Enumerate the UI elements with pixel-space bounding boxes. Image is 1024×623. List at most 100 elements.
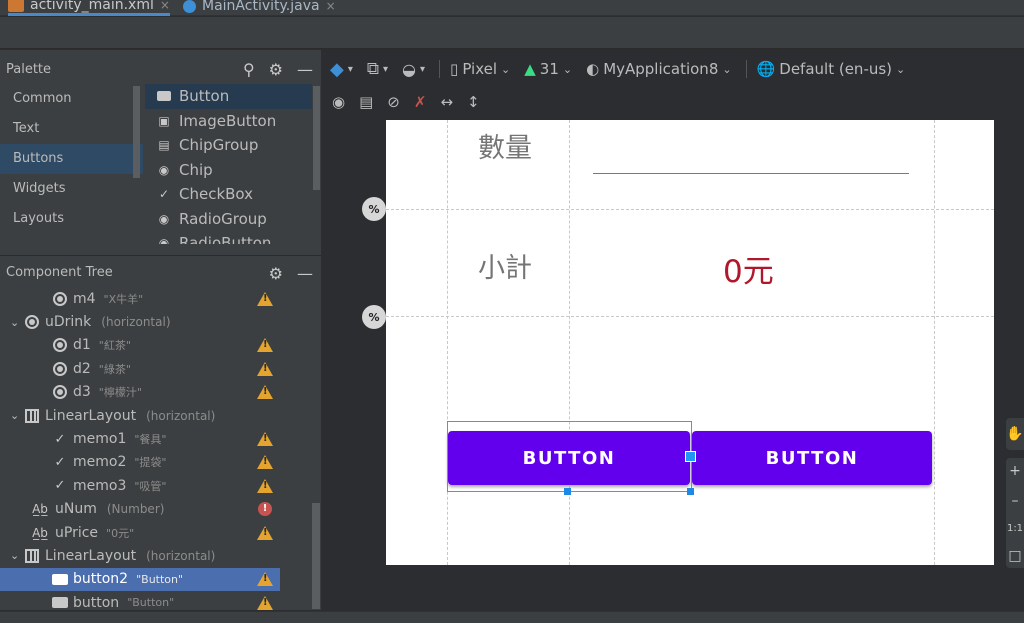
tree-row-button2[interactable]: button2 "Button"	[0, 567, 280, 592]
pan-icon[interactable]: ✋	[1006, 418, 1024, 450]
warning-icon[interactable]	[257, 361, 273, 376]
palette-scrollbar[interactable]	[313, 86, 320, 190]
search-icon[interactable]: ⚲	[243, 60, 255, 79]
percent-guideline-badge[interactable]: %	[362, 305, 386, 329]
minimize-icon[interactable]: —	[297, 60, 313, 79]
tree-row-memo2[interactable]: ✓ memo2 "提袋"	[0, 451, 280, 474]
constraint-handle[interactable]	[685, 451, 696, 462]
night-mode-icon[interactable]: ◒ ▾	[402, 60, 425, 79]
expand-chevron-icon[interactable]: ⌄	[10, 549, 24, 562]
palette-item-imagebutton[interactable]: ▣ ImageButton	[145, 109, 312, 134]
palette-item-checkbox[interactable]: ✓ CheckBox	[145, 182, 312, 207]
button-preview[interactable]: BUTTON	[692, 431, 932, 485]
tree-node-text: "紅茶"	[98, 339, 131, 353]
tree-row-button[interactable]: button "Button"	[0, 591, 280, 613]
api-level-selector[interactable]: ▲ 31 ⌄	[524, 60, 572, 78]
chevron-down-icon: ⌄	[501, 62, 511, 76]
device-selector[interactable]: ▯ Pixel ⌄	[450, 60, 510, 78]
expand-horizontal-icon[interactable]: ↔	[440, 93, 453, 111]
expand-vertical-icon[interactable]: ↕	[467, 93, 480, 111]
warning-icon[interactable]	[257, 291, 273, 306]
palette-category-widgets[interactable]: Widgets	[0, 174, 143, 204]
layout-preview[interactable]: 數量 小計 0元 BUTTON BUTTON	[386, 120, 994, 565]
gear-icon[interactable]: ⚙	[269, 60, 283, 79]
theme-selector[interactable]: ◐ MyApplication8 ⌄	[586, 60, 732, 78]
resize-handle[interactable]	[564, 488, 571, 495]
palette-items: Button ▣ ImageButton ▤ ChipGroup ◉ Chip …	[145, 84, 312, 244]
tree-row-d2[interactable]: d2 "綠茶"	[0, 357, 280, 380]
error-icon[interactable]: !	[258, 502, 272, 517]
palette-item-chipgroup[interactable]: ▤ ChipGroup	[145, 133, 312, 158]
linear-layout-icon	[24, 548, 40, 564]
warning-icon[interactable]	[257, 432, 273, 447]
tree-row-linearlayout[interactable]: ⌄ LinearLayout (horizontal)	[0, 544, 280, 567]
close-icon[interactable]: ×	[160, 0, 170, 12]
tree-row-m4[interactable]: m4 "X牛羊"	[0, 287, 280, 310]
gear-icon[interactable]: ⚙	[269, 264, 283, 283]
warning-icon[interactable]	[257, 385, 273, 400]
tree-node-text: "餐具"	[134, 433, 167, 447]
tree-row-memo1[interactable]: ✓ memo1 "餐具"	[0, 427, 280, 450]
radio-icon	[52, 384, 68, 400]
selection-box	[447, 421, 692, 492]
tree-node-text: "X牛羊"	[103, 292, 144, 306]
tree-row-unum[interactable]: A̲b̲ uNum (Number)!	[0, 498, 280, 521]
warning-icon[interactable]	[257, 572, 273, 587]
clear-constraints-icon[interactable]: ✗	[414, 93, 427, 111]
palette-item-radiogroup[interactable]: ◉ RadioGroup	[145, 207, 312, 232]
price-value[interactable]: 0元	[723, 246, 774, 291]
expand-chevron-icon[interactable]: ⌄	[10, 409, 24, 422]
resize-handle[interactable]	[687, 488, 694, 495]
warning-icon[interactable]	[257, 525, 273, 540]
palette-category-common[interactable]: Common	[0, 84, 143, 114]
quantity-label[interactable]: 數量	[478, 126, 532, 165]
subtotal-label[interactable]: 小計	[478, 246, 532, 285]
tree-row-d1[interactable]: d1 "紅茶"	[0, 334, 280, 357]
tree-row-d3[interactable]: d3 "檸檬汁"	[0, 381, 280, 404]
minimize-icon[interactable]: —	[297, 264, 313, 283]
magnet-off-icon[interactable]: ⊘	[387, 93, 400, 111]
expand-chevron-icon[interactable]: ⌄	[10, 316, 24, 329]
layers-icon[interactable]: ◆ ▾	[330, 59, 353, 80]
tree-row-udrink[interactable]: ⌄ uDrink (horizontal)	[0, 310, 280, 333]
zoom-out-icon[interactable]: –	[1012, 493, 1019, 509]
zoom-actual-icon[interactable]: 1:1	[1007, 523, 1023, 534]
categories-scrollbar[interactable]	[133, 86, 140, 178]
tree-row-uprice[interactable]: A̲b̲ uPrice "0元"	[0, 521, 280, 544]
blueprint-icon[interactable]: ▤	[359, 93, 373, 111]
palette-category-buttons[interactable]: Buttons	[0, 144, 143, 174]
zoom-in-icon[interactable]: +	[1009, 463, 1021, 479]
warning-icon[interactable]	[257, 455, 273, 470]
eye-icon[interactable]: ◉	[332, 93, 345, 111]
locale-selector[interactable]: 🌐 Default (en-us) ⌄	[757, 60, 906, 78]
tree-scrollbar[interactable]	[312, 503, 320, 609]
palette-item-chip[interactable]: ◉ Chip	[145, 158, 312, 183]
palette-item-button[interactable]: Button	[145, 84, 312, 109]
tree-node-text: "檸檬汁"	[98, 386, 142, 400]
zoom-fit-icon[interactable]: □	[1008, 548, 1021, 564]
orientation-icon[interactable]: ⧉ ▾	[367, 59, 388, 79]
component-tree-header: Component Tree ⚙ —	[0, 255, 321, 289]
tree-row-memo3[interactable]: ✓ memo3 "吸管"	[0, 474, 280, 497]
tab-activity-main[interactable]: activity_main.xml ×	[8, 0, 170, 16]
warning-icon[interactable]	[257, 595, 273, 610]
palette-category-layouts[interactable]: Layouts	[0, 204, 143, 234]
tree-node-name: uPrice	[55, 524, 99, 541]
palette-item-radiobutton[interactable]: ◉ RadioButton	[145, 231, 312, 244]
guideline	[934, 120, 935, 565]
warning-icon[interactable]	[257, 478, 273, 493]
tab-main-activity[interactable]: MainActivity.java ×	[183, 0, 336, 16]
palette-title: Palette	[6, 61, 52, 77]
close-icon[interactable]: ×	[326, 0, 336, 13]
quantity-input[interactable]	[593, 173, 909, 174]
tree-node-name: button	[73, 594, 120, 611]
palette-header: Palette ⚲ ⚙ —	[0, 52, 321, 86]
tree-row-linearlayout[interactable]: ⌄ LinearLayout (horizontal)	[0, 404, 280, 427]
warning-icon[interactable]	[257, 338, 273, 353]
globe-icon: 🌐	[756, 60, 776, 78]
chevron-down-icon: ⌄	[562, 62, 573, 76]
percent-guideline-badge[interactable]: %	[362, 197, 386, 221]
palette-category-text[interactable]: Text	[0, 114, 143, 144]
component-tree-title: Component Tree	[6, 265, 113, 280]
tree-node-name: button2	[73, 571, 129, 588]
